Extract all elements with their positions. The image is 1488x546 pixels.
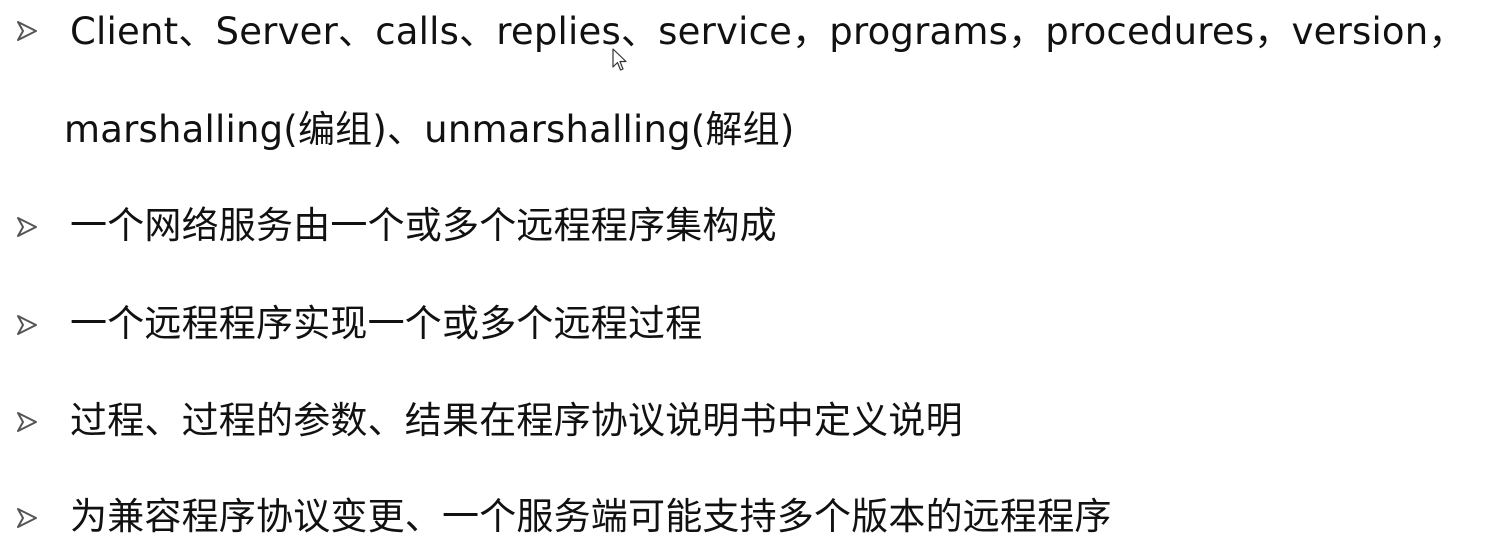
bullet-1-line-1: Client、Server、calls、replies、service，prog… (70, 10, 1466, 53)
bullet-4-text: 过程、过程的参数、结果在程序协议说明书中定义说明 (70, 399, 963, 442)
arrow-bullet-icon (14, 312, 40, 338)
bullet-5-text: 为兼容程序协议变更、一个服务端可能支持多个版本的远程程序 (70, 495, 1112, 538)
arrow-bullet-icon (14, 409, 40, 435)
bullet-3-text: 一个远程程序实现一个或多个远程过程 (70, 302, 703, 345)
bullet-2-text: 一个网络服务由一个或多个远程程序集构成 (70, 204, 777, 247)
bullet-1-line-2: marshalling(编组)、unmarshalling(解组) (64, 108, 795, 151)
arrow-bullet-icon (14, 214, 40, 240)
slide: Client、Server、calls、replies、service，prog… (0, 0, 1488, 546)
arrow-bullet-icon (14, 505, 40, 531)
mouse-pointer-icon (612, 48, 628, 72)
arrow-bullet-icon (14, 18, 40, 44)
